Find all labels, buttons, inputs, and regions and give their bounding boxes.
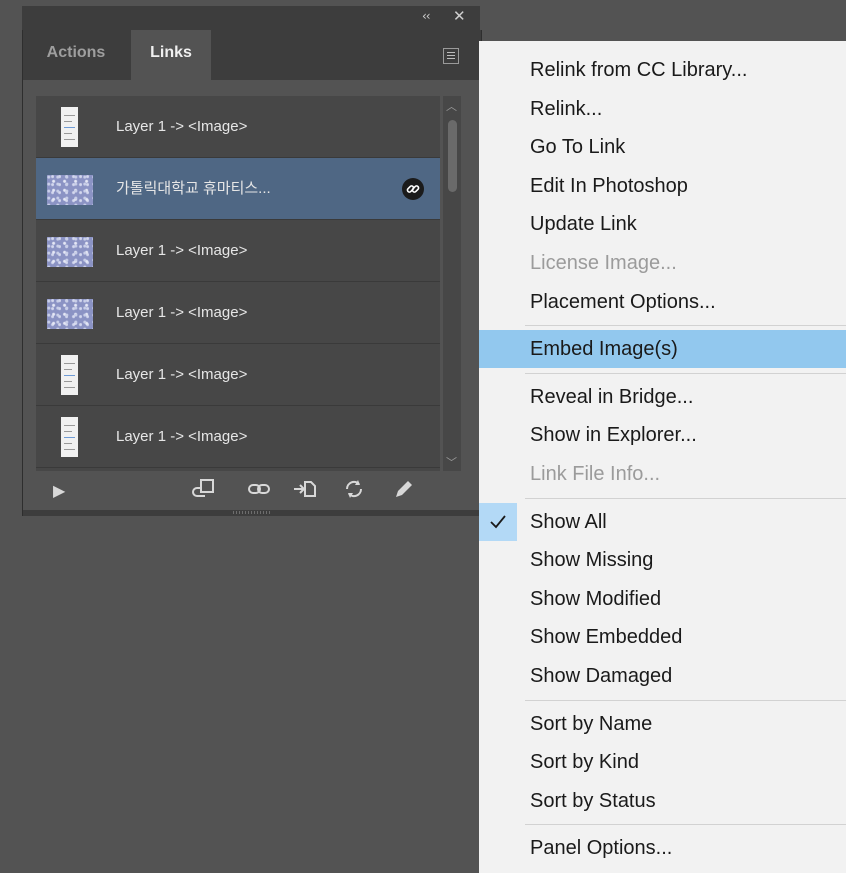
menu-item-sort-by-name[interactable]: Sort by Name <box>479 705 846 743</box>
link-name: Layer 1 -> <Image> <box>116 118 248 135</box>
menu-item-show-embedded[interactable]: Show Embedded <box>479 618 846 656</box>
menu-item-label: Relink... <box>530 97 603 120</box>
panel-flyout-menu: Relink from CC Library... Relink... Go To … <box>479 41 846 873</box>
menu-item-show-in-explorer[interactable]: Show in Explorer... <box>479 416 846 454</box>
link-row[interactable]: Layer 1 -> <Image> <box>36 96 440 158</box>
menu-item-label: Placement Options... <box>530 290 716 313</box>
go-to-link-icon[interactable] <box>293 478 317 507</box>
relink-from-library-icon[interactable] <box>191 478 215 507</box>
link-name: Layer 1 -> <Image> <box>116 242 248 259</box>
tab-links[interactable]: Links <box>131 30 211 80</box>
play-icon[interactable]: ▶ <box>53 478 65 504</box>
menu-separator <box>525 372 846 374</box>
menu-item-relink[interactable]: Relink... <box>479 90 846 128</box>
menu-item-go-to-link[interactable]: Go To Link <box>479 128 846 166</box>
scrollbar[interactable]: ︿ ﹀ <box>443 96 461 471</box>
link-icon <box>402 178 424 200</box>
menu-item-embed-image-s[interactable]: Embed Image(s) <box>479 330 846 369</box>
menu-item-show-modified[interactable]: Show Modified <box>479 580 846 618</box>
update-link-icon[interactable] <box>343 478 365 507</box>
link-name: Layer 1 -> <Image> <box>116 428 248 445</box>
link-thumbnail <box>47 414 93 460</box>
links-content: Layer 1 -> <Image> 가톨릭대학교 휴마티스... Layer 1 … <box>23 80 481 516</box>
menu-item-label: Panel Options... <box>530 837 673 860</box>
menu-item-relink-from-cc-library[interactable]: Relink from CC Library... <box>479 51 846 89</box>
panel-title-strip[interactable] <box>22 6 480 30</box>
menu-item-link-file-info: Link File Info... <box>479 455 846 493</box>
menu-item-label: Reveal in Bridge... <box>530 385 694 408</box>
collapse-panel-icon[interactable]: ‹‹ <box>422 9 431 23</box>
menu-item-reveal-in-bridge[interactable]: Reveal in Bridge... <box>479 378 846 416</box>
tab-actions[interactable]: Actions <box>23 30 129 80</box>
links-panel: Actions Links Layer 1 -> <Image> 가톨릭대학교 휴… <box>22 30 482 516</box>
link-thumbnail <box>47 352 93 398</box>
menu-item-license-image: License Image... <box>479 244 846 282</box>
link-row[interactable]: 가톨릭대학교 휴마티스... <box>36 158 440 220</box>
scroll-up-icon[interactable]: ︿ <box>446 98 457 114</box>
menu-item-label: Show Damaged <box>530 665 673 687</box>
scroll-thumb[interactable] <box>448 120 457 192</box>
menu-separator <box>525 325 846 327</box>
menu-item-label: Show Modified <box>530 587 662 610</box>
checkmark-icon <box>479 502 517 541</box>
tab-bar: Actions Links <box>23 30 481 80</box>
edit-original-icon[interactable] <box>393 478 415 507</box>
links-list: Layer 1 -> <Image> 가톨릭대학교 휴마티스... Layer 1 … <box>36 96 440 471</box>
menu-item-label: Sort by Kind <box>530 751 639 774</box>
menu-item-show-damaged[interactable]: Show Damaged <box>479 657 846 695</box>
menu-item-label: Sort by Status <box>530 789 656 812</box>
resize-grip[interactable] <box>23 510 481 516</box>
menu-separator <box>525 824 846 826</box>
menu-item-label: Link File Info... <box>530 463 661 485</box>
panel-menu-icon[interactable] <box>443 48 459 64</box>
menu-item-label: Edit In Photoshop <box>530 174 688 197</box>
close-panel-icon[interactable]: ✕ <box>453 7 466 25</box>
menu-separator <box>525 497 846 499</box>
link-thumbnail <box>47 166 93 212</box>
menu-item-label: License Image... <box>530 252 677 274</box>
link-name: Layer 1 -> <Image> <box>116 366 248 383</box>
relink-icon[interactable] <box>247 478 271 507</box>
scroll-down-icon[interactable]: ﹀ <box>446 454 457 470</box>
menu-item-label: Relink from CC Library... <box>530 59 748 81</box>
menu-item-label: Embed Image(s) <box>530 338 678 361</box>
menu-item-label: Update Link <box>530 213 637 236</box>
menu-item-edit-in-photoshop[interactable]: Edit In Photoshop <box>479 167 846 205</box>
links-toolbar: ▶ <box>23 474 481 510</box>
menu-item-label: Show Missing <box>530 549 654 572</box>
menu-item-sort-by-status[interactable]: Sort by Status <box>479 782 846 820</box>
menu-separator <box>525 699 846 701</box>
menu-item-placement-options[interactable]: Placement Options... <box>479 283 846 321</box>
menu-item-update-link[interactable]: Update Link <box>479 205 846 243</box>
menu-item-show-all[interactable]: Show All <box>479 502 846 541</box>
menu-item-label: Go To Link <box>530 136 626 159</box>
link-row[interactable]: Layer 1 -> <Image> <box>36 220 440 282</box>
link-name: Layer 1 -> <Image> <box>116 304 248 321</box>
menu-item-label: Show Embedded <box>530 626 683 649</box>
menu-item-show-missing[interactable]: Show Missing <box>479 541 846 579</box>
link-row[interactable]: Layer 1 -> <Image> <box>36 406 440 468</box>
menu-item-label: Show in Explorer... <box>530 424 697 447</box>
link-thumbnail <box>47 290 93 336</box>
link-thumbnail <box>47 104 93 150</box>
link-row[interactable]: Layer 1 -> <Image> <box>36 344 440 406</box>
link-row[interactable]: Layer 1 -> <Image> <box>36 282 440 344</box>
link-thumbnail <box>47 228 93 274</box>
menu-item-sort-by-kind[interactable]: Sort by Kind <box>479 743 846 781</box>
link-name: 가톨릭대학교 휴마티스... <box>116 180 271 197</box>
menu-item-label: Show All <box>530 510 607 533</box>
menu-item-label: Sort by Name <box>530 712 653 735</box>
menu-item-panel-options[interactable]: Panel Options... <box>479 829 846 867</box>
